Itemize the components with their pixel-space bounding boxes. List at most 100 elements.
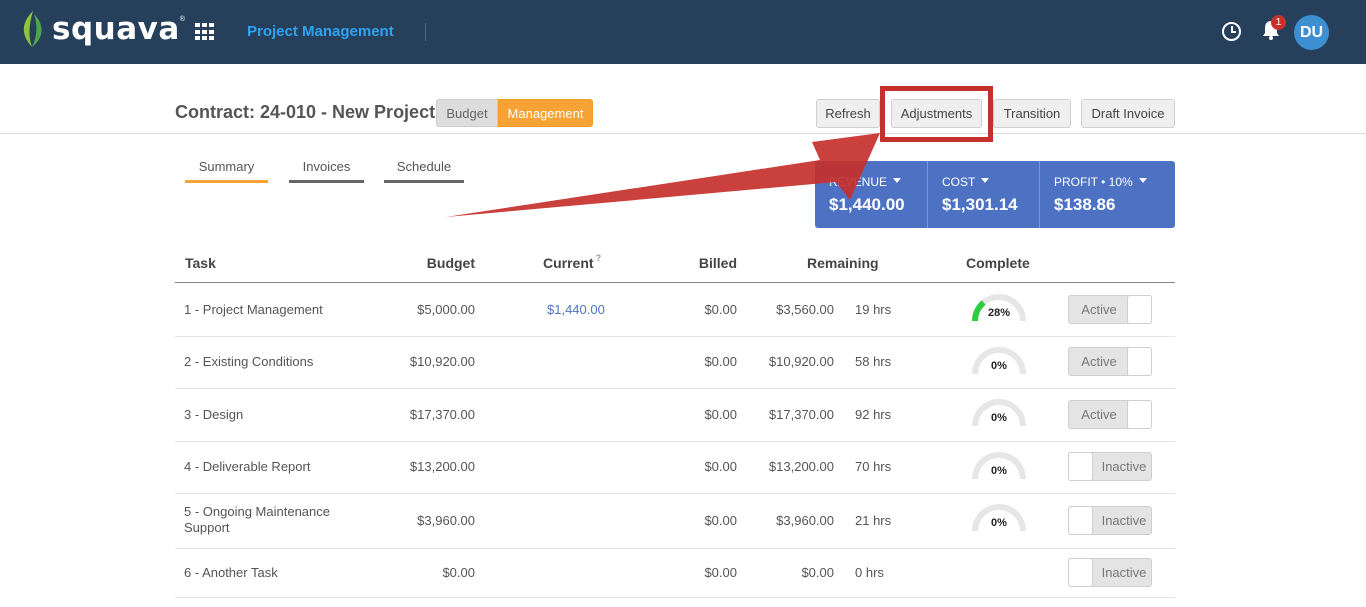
- task-hours: 0 hrs: [855, 564, 884, 580]
- task-remaining: $3,560.00: [776, 301, 834, 317]
- caret-down-icon[interactable]: [1138, 178, 1147, 184]
- task-remaining: $3,960.00: [776, 512, 834, 528]
- column-header-task: Task: [185, 255, 216, 271]
- task-hours: 19 hrs: [855, 301, 892, 317]
- column-header-current: Current?: [543, 253, 602, 271]
- apps-grid-icon[interactable]: [195, 23, 215, 41]
- cost-value: $1,301.14: [942, 195, 1018, 214]
- task-status-toggle[interactable]: Inactive: [1068, 452, 1152, 481]
- task-status-toggle[interactable]: Inactive: [1068, 557, 1152, 587]
- task-hours: 58 hrs: [855, 354, 892, 369]
- completion-gauge: 0%: [971, 451, 1027, 481]
- task-name[interactable]: 4 - Deliverable Report: [184, 459, 354, 475]
- task-name[interactable]: 1 - Project Management: [184, 302, 354, 318]
- task-current[interactable]: $1,440.00: [547, 302, 605, 317]
- toggle-knob[interactable]: [1127, 347, 1152, 376]
- cost-stat[interactable]: COST $1,301.14: [927, 161, 1039, 228]
- user-avatar[interactable]: DU: [1294, 15, 1329, 50]
- profit-stat[interactable]: PROFIT • 10% $138.86: [1039, 161, 1175, 228]
- row-divider: [175, 388, 1175, 389]
- toggle-knob[interactable]: [1127, 294, 1152, 324]
- task-billed: $0.00: [704, 301, 737, 317]
- caret-down-icon[interactable]: [981, 178, 990, 184]
- task-name[interactable]: 2 - Existing Conditions: [184, 354, 354, 370]
- task-remaining: $17,370.00: [768, 406, 834, 422]
- module-title[interactable]: Project Management: [247, 23, 394, 40]
- profit-label: PROFIT • 10%: [1054, 175, 1133, 189]
- brand-logo[interactable]: squava ®: [20, 10, 185, 48]
- profit-value: $138.86: [1054, 195, 1116, 214]
- transition-button[interactable]: Transition: [993, 99, 1071, 128]
- brand-registered-mark: ®: [179, 15, 185, 23]
- completion-percent: 0%: [991, 360, 1007, 372]
- revenue-stat[interactable]: REVENUE $1,440.00: [815, 161, 927, 228]
- tab-schedule[interactable]: Schedule: [384, 159, 464, 183]
- row-divider: [175, 597, 1175, 598]
- task-billed: $0.00: [704, 564, 737, 580]
- row-divider: [175, 548, 1175, 549]
- tab-summary[interactable]: Summary: [185, 159, 268, 183]
- column-header-complete: Complete: [966, 255, 1030, 271]
- leaf-logo-icon: [23, 11, 42, 47]
- task-billed: $0.00: [704, 354, 737, 369]
- completion-percent: 0%: [991, 517, 1007, 529]
- management-view-button[interactable]: Management: [498, 99, 593, 127]
- brand-name: squava: [52, 11, 180, 47]
- draft-invoice-button[interactable]: Draft Invoice: [1081, 99, 1175, 128]
- task-billed: $0.00: [704, 406, 737, 422]
- budget-view-button[interactable]: Budget: [436, 99, 498, 127]
- status-label: Inactive: [1101, 512, 1147, 528]
- task-status-toggle[interactable]: Active: [1068, 294, 1152, 324]
- current-header-label: Current: [543, 255, 594, 271]
- column-header-remaining: Remaining: [807, 255, 879, 271]
- task-name[interactable]: 3 - Design: [184, 407, 354, 423]
- task-hours: 70 hrs: [855, 459, 892, 474]
- cost-label: COST: [942, 175, 976, 189]
- completion-gauge: 0%: [971, 398, 1027, 428]
- revenue-label: REVENUE: [829, 175, 888, 189]
- task-budget: $10,920.00: [409, 354, 475, 369]
- toggle-knob[interactable]: [1068, 452, 1093, 481]
- completion-gauge: 28%: [971, 293, 1027, 323]
- refresh-button[interactable]: Refresh: [816, 99, 880, 128]
- row-divider: [175, 441, 1175, 442]
- task-billed: $0.00: [704, 512, 737, 528]
- task-billed: $0.00: [704, 459, 737, 474]
- task-remaining: $10,920.00: [768, 354, 834, 369]
- adjustments-callout-highlight: [880, 86, 993, 142]
- task-status-toggle[interactable]: Inactive: [1068, 505, 1152, 535]
- row-divider: [175, 336, 1175, 337]
- completion-percent: 0%: [991, 412, 1007, 424]
- column-header-billed: Billed: [698, 255, 737, 271]
- completion-percent: 28%: [987, 307, 1011, 319]
- clock-icon[interactable]: [1222, 22, 1241, 41]
- task-hours: 21 hrs: [855, 512, 892, 528]
- task-budget: $0.00: [442, 564, 475, 580]
- task-status-toggle[interactable]: Active: [1068, 347, 1152, 376]
- status-label: Inactive: [1101, 459, 1147, 474]
- caret-down-icon[interactable]: [893, 178, 902, 184]
- task-name[interactable]: 6 - Another Task: [184, 565, 354, 581]
- task-name[interactable]: 5 - Ongoing Maintenance Support: [184, 504, 354, 536]
- task-status-toggle[interactable]: Active: [1068, 399, 1152, 429]
- status-label: Active: [1081, 354, 1117, 369]
- title-divider: [425, 23, 426, 41]
- help-icon[interactable]: ?: [596, 253, 602, 263]
- completion-gauge: 0%: [971, 346, 1027, 376]
- toggle-knob[interactable]: [1068, 557, 1093, 587]
- notification-badge: 1: [1271, 15, 1286, 30]
- revenue-value: $1,440.00: [829, 195, 905, 214]
- toggle-knob[interactable]: [1127, 399, 1152, 429]
- task-hours: 92 hrs: [855, 406, 892, 422]
- task-remaining: $0.00: [801, 564, 834, 580]
- toggle-knob[interactable]: [1068, 505, 1093, 535]
- column-header-budget: Budget: [426, 255, 475, 271]
- contract-title: Contract: 24-010 - New Project: [175, 102, 436, 122]
- task-budget: $13,200.00: [409, 459, 475, 474]
- status-label: Active: [1081, 301, 1117, 317]
- top-navigation-bar: squava ® Project Management 1 DU: [0, 0, 1366, 64]
- tab-invoices[interactable]: Invoices: [289, 159, 364, 183]
- table-header-divider: [175, 282, 1175, 283]
- task-budget: $17,370.00: [409, 406, 475, 422]
- status-label: Inactive: [1101, 564, 1147, 580]
